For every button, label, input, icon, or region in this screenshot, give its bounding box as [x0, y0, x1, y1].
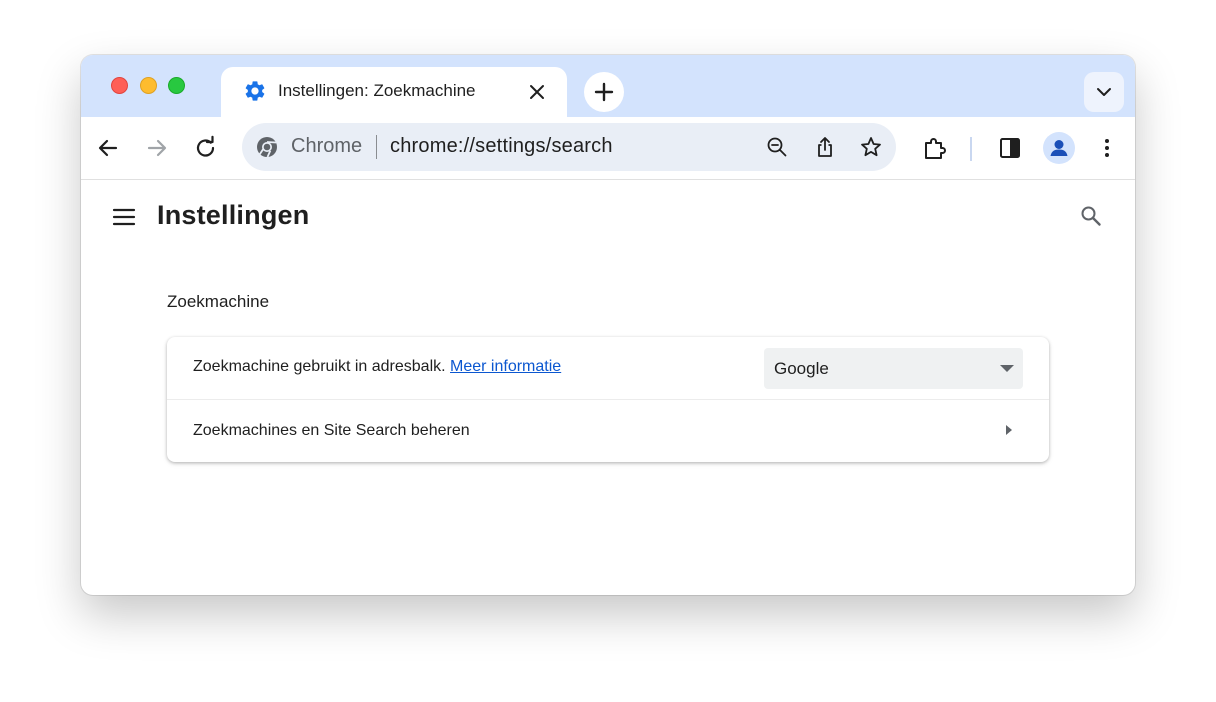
minimize-window-button[interactable] [140, 77, 157, 94]
puzzle-icon [925, 138, 946, 159]
arrow-forward-icon [147, 139, 167, 157]
more-menu-button[interactable] [1093, 134, 1121, 162]
toolbar: Chrome chrome://settings/search [81, 117, 1135, 180]
reload-icon [196, 135, 215, 157]
chevron-right-icon [1006, 425, 1012, 435]
chevron-down-icon [1097, 88, 1111, 96]
zoom-window-button[interactable] [168, 77, 185, 94]
side-panel-button[interactable] [996, 134, 1024, 162]
tab-settings[interactable]: Instellingen: Zoekmachine [221, 67, 567, 117]
omnibox-separator [376, 135, 377, 159]
side-panel-icon [1000, 138, 1020, 158]
new-tab-button[interactable] [584, 72, 624, 112]
close-tab-icon[interactable] [526, 81, 548, 103]
plus-icon [594, 82, 614, 102]
toolbar-divider [970, 137, 972, 161]
tab-search-button[interactable] [1084, 72, 1124, 112]
tab-strip: Instellingen: Zoekmachine [81, 55, 1135, 117]
star-icon[interactable] [859, 135, 883, 159]
more-vertical-icon [1105, 139, 1109, 157]
extensions-button[interactable] [921, 134, 949, 162]
search-engine-card: Zoekmachine gebruikt in adresbalk. Meer … [167, 337, 1049, 462]
gear-icon [243, 79, 267, 103]
dropdown-arrow-icon [1000, 365, 1014, 372]
forward-button[interactable] [143, 134, 171, 162]
arrow-back-icon [98, 139, 118, 157]
hamburger-menu-icon[interactable] [112, 205, 136, 229]
chrome-logo-icon [256, 136, 278, 158]
url-text[interactable]: chrome://settings/search [390, 135, 613, 158]
search-engine-select[interactable]: Google [764, 348, 1023, 389]
chrome-chip-label: Chrome [291, 135, 363, 157]
page-title: Instellingen [157, 200, 310, 230]
search-engine-row: Zoekmachine gebruikt in adresbalk. Meer … [167, 337, 1049, 400]
close-window-button[interactable] [111, 77, 128, 94]
address-bar[interactable]: Chrome chrome://settings/search [242, 123, 896, 171]
browser-window: Instellingen: Zoekmachine Chrome chrome:… [81, 55, 1135, 595]
profile-button[interactable] [1043, 132, 1075, 164]
zoom-out-icon[interactable] [765, 135, 789, 159]
search-icon[interactable] [1079, 204, 1103, 228]
tab-title: Instellingen: Zoekmachine [278, 81, 476, 100]
person-icon [1050, 140, 1068, 156]
learn-more-link[interactable]: Meer informatie [450, 358, 561, 375]
search-engine-selected: Google [774, 359, 829, 378]
back-button[interactable] [94, 134, 122, 162]
share-icon[interactable] [813, 135, 837, 159]
manage-search-engines-row[interactable]: Zoekmachines en Site Search beheren [167, 400, 1049, 462]
section-title: Zoekmachine [167, 292, 270, 311]
search-engine-label: Zoekmachine gebruikt in adresbalk. [193, 358, 446, 375]
search-engine-description: Zoekmachine gebruikt in adresbalk. Meer … [193, 358, 561, 376]
manage-search-engines-label: Zoekmachines en Site Search beheren [193, 422, 470, 439]
reload-button[interactable] [192, 134, 220, 162]
